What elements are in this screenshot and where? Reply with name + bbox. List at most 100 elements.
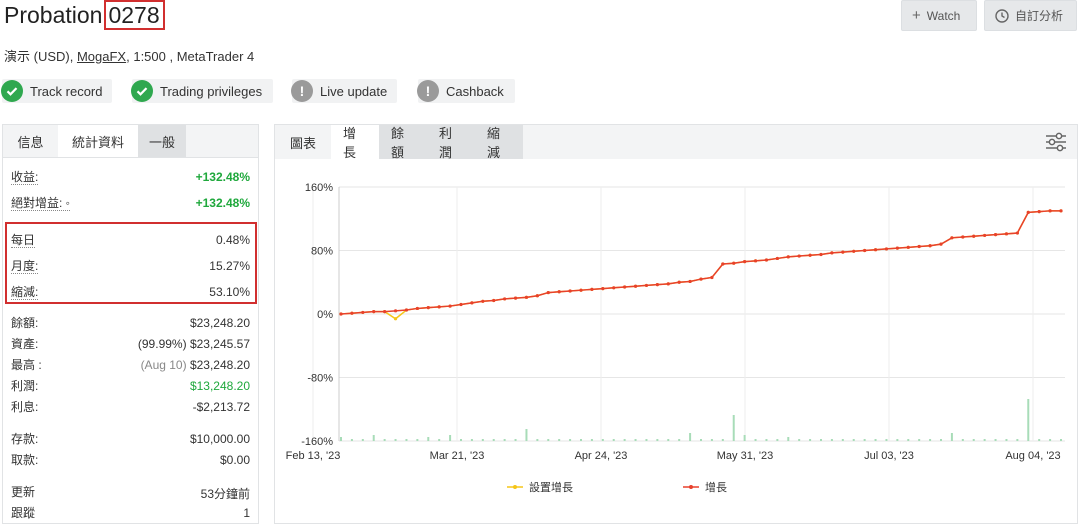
series-point — [579, 288, 583, 292]
series-point — [1026, 210, 1030, 214]
tab-balance[interactable]: 餘額 — [379, 125, 427, 160]
page-title: Probation 0278 — [4, 0, 165, 30]
tab-info[interactable]: 信息 — [3, 125, 58, 157]
volume-bar — [503, 439, 506, 441]
stat-monthly: 月度: 15.27% — [11, 259, 250, 274]
volume-bar — [558, 439, 561, 441]
volume-bar — [678, 439, 681, 441]
series-point — [513, 296, 518, 300]
stat-value-group: (Aug 10) $23,248.20 — [141, 358, 250, 372]
series-point — [917, 244, 921, 249]
series-point — [688, 279, 692, 284]
series-point — [710, 275, 714, 280]
plus-icon: + — [912, 7, 921, 24]
series-line — [340, 210, 1061, 315]
volume-bar — [492, 439, 495, 441]
stat-label: 更新 — [11, 485, 36, 499]
series-point — [950, 236, 954, 240]
series-point — [884, 247, 889, 251]
tab-growth[interactable]: 增長 — [331, 125, 379, 160]
volume-bar — [950, 433, 953, 441]
series-point — [677, 280, 681, 284]
volume-bar — [809, 439, 812, 441]
tab-profit[interactable]: 利潤 — [427, 125, 475, 160]
volume-bar — [841, 439, 844, 441]
badge-track-record[interactable]: Track record — [1, 79, 112, 103]
series-point — [732, 261, 736, 265]
series-point — [1059, 209, 1063, 213]
series-point — [873, 248, 878, 252]
watch-button[interactable]: + Watch — [901, 0, 977, 31]
stat-equity: 資產: (99.99%) $23,245.57 — [11, 337, 250, 351]
x-tick-label: Feb 13, '23 — [286, 450, 341, 462]
volume-bar — [689, 433, 692, 441]
tab-drawdown[interactable]: 縮減 — [475, 125, 523, 160]
series-point — [1004, 232, 1009, 236]
volume-bar — [972, 439, 975, 441]
stat-value: 1 — [243, 506, 250, 520]
series-line — [340, 210, 1061, 320]
volume-bar — [1005, 439, 1008, 441]
stat-label[interactable]: 每日 — [11, 233, 36, 248]
badge-trading-privileges[interactable]: Trading privileges — [131, 79, 273, 103]
series-point — [590, 287, 594, 291]
broker-link[interactable]: MogaFX — [77, 49, 126, 64]
volume-bar — [470, 439, 473, 441]
series-point — [863, 248, 867, 253]
x-tick-label: Apr 24, '23 — [575, 450, 628, 462]
stat-label[interactable]: 月度: — [11, 259, 39, 274]
stat-profit: 利潤: $13,248.20 — [11, 379, 250, 393]
volume-bar — [961, 439, 964, 441]
series-point — [361, 310, 365, 315]
x-tick-label: Jul 03, '23 — [864, 450, 914, 462]
series-point — [928, 244, 932, 248]
badge-cashback[interactable]: ! Cashback — [417, 79, 515, 103]
stat-label: 利息: — [11, 400, 39, 414]
tab-statistics[interactable]: 統計資料 — [58, 125, 138, 157]
series-point — [601, 287, 605, 291]
volume-bar — [994, 439, 997, 441]
volume-bar — [732, 415, 735, 441]
badge-label: Trading privileges — [160, 83, 263, 99]
stat-drawdown: 縮減: 53.10% — [11, 285, 250, 300]
series-point — [655, 283, 659, 287]
volume-bar — [743, 435, 746, 441]
volume-bar — [667, 439, 670, 441]
y-tick-label: -80% — [307, 373, 333, 385]
chart-tabs: 圖表 增長 餘額 利潤 縮減 — [275, 125, 1077, 160]
settings-sliders-icon[interactable] — [1045, 132, 1067, 152]
volume-bar — [416, 439, 419, 441]
series-point — [983, 233, 987, 238]
volume-bar — [700, 439, 702, 441]
check-icon — [1, 80, 23, 102]
check-icon — [131, 80, 153, 102]
custom-analysis-button[interactable]: 自訂分析 — [984, 0, 1077, 31]
series-point — [426, 306, 430, 310]
stat-label[interactable]: 絕對增益: ◦ — [11, 196, 70, 211]
series-point — [350, 311, 354, 315]
volume-bar — [340, 437, 342, 441]
series-point — [557, 290, 561, 294]
stat-label: 最高 : — [11, 358, 42, 372]
volume-bar — [481, 439, 484, 441]
y-tick-label: -160% — [301, 436, 333, 448]
volume-bar — [590, 439, 593, 441]
account-subtitle: 演示 (USD), MogaFX, 1:500 , MetaTrader 4 — [4, 46, 254, 65]
badge-live-update[interactable]: ! Live update — [291, 79, 397, 103]
exclamation-icon: ! — [417, 80, 439, 102]
series-point — [852, 249, 856, 253]
series-point — [895, 246, 899, 250]
series-point — [644, 283, 649, 288]
stat-prefix: (Aug 10) — [140, 358, 187, 372]
stat-label: 資產: — [11, 337, 39, 351]
stat-label[interactable]: 收益: — [11, 170, 39, 185]
volume-bar — [754, 439, 757, 441]
series-point — [972, 234, 976, 238]
badge-label: Live update — [320, 83, 388, 99]
tab-chart[interactable]: 圖表 — [275, 125, 331, 159]
stat-label[interactable]: 縮減: — [11, 285, 39, 300]
tab-general[interactable]: 一般 — [138, 125, 186, 157]
watch-label: Watch — [926, 8, 961, 23]
x-tick-label: Aug 04, '23 — [1005, 450, 1060, 462]
series-point — [393, 317, 398, 321]
